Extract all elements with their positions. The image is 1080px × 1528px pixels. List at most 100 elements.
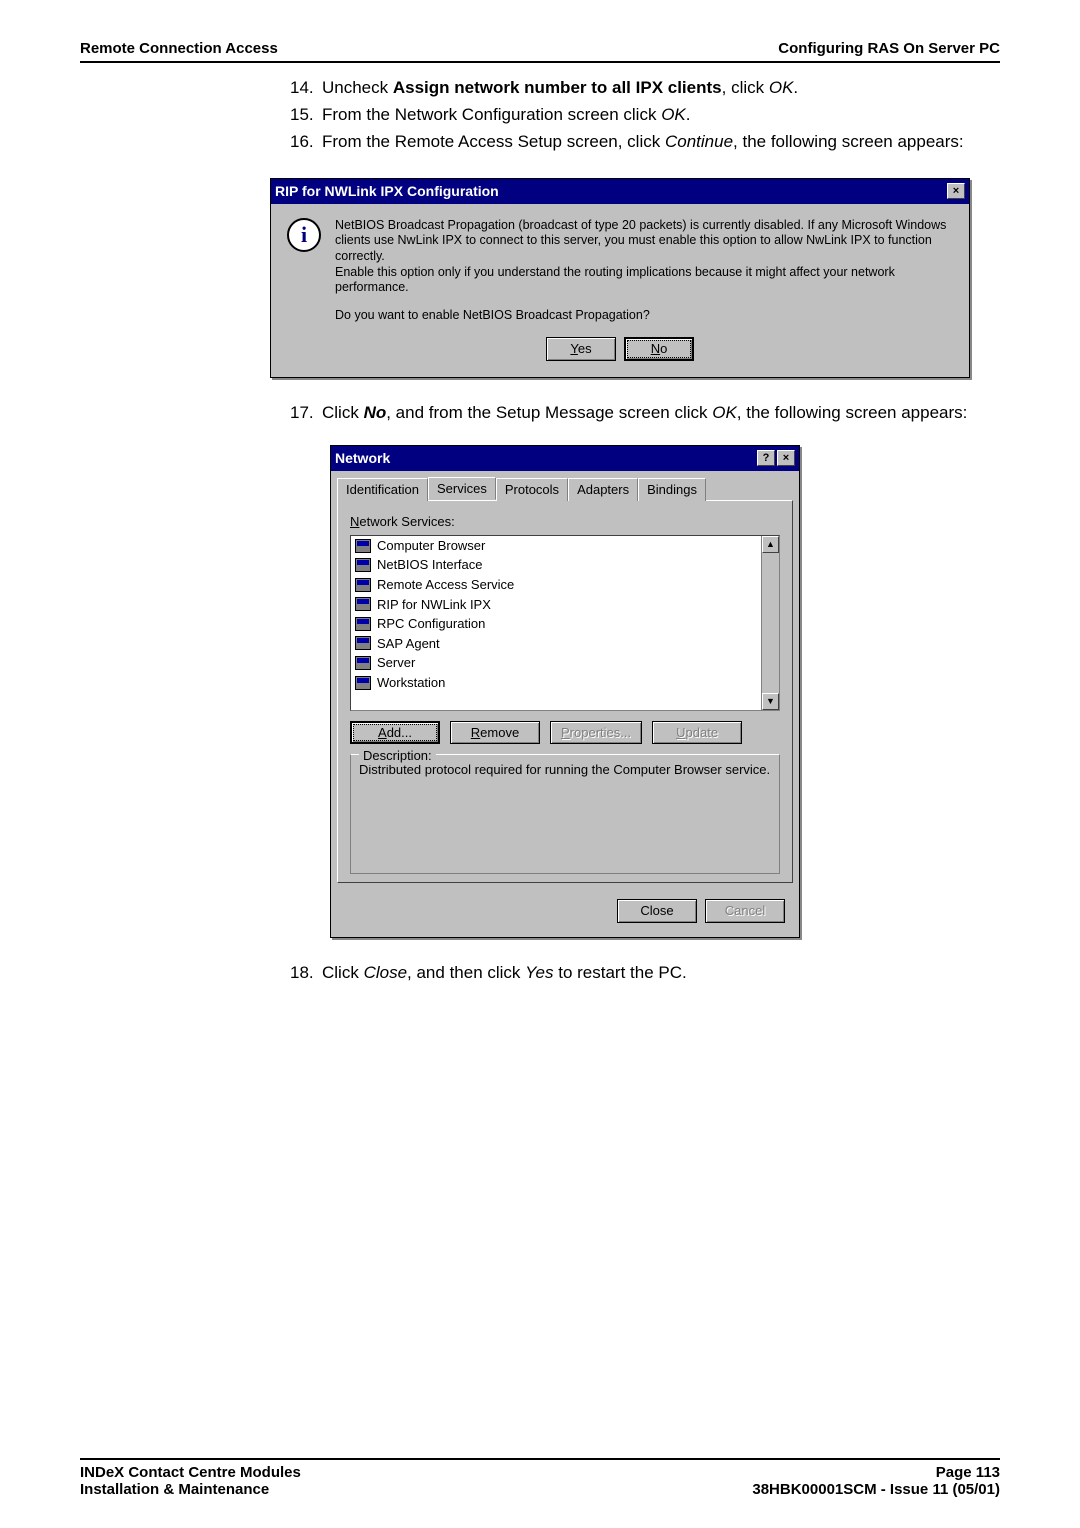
props-mnemonic: P <box>561 725 570 740</box>
step-14-num: 14. <box>290 77 322 100</box>
step-17: 17. Click No, and from the Setup Message… <box>290 402 1000 425</box>
list-item[interactable]: Remote Access Service <box>351 575 779 595</box>
yes-mnemonic: Y <box>570 341 577 356</box>
tab-adapters[interactable]: Adapters <box>568 478 638 502</box>
rip-prompt: Do you want to enable NetBIOS Broadcast … <box>335 308 953 324</box>
no-mnemonic: N <box>651 341 660 356</box>
scroll-up-icon[interactable]: ▲ <box>762 536 779 553</box>
tab-services[interactable]: Services <box>428 477 496 501</box>
service-icon <box>355 676 371 690</box>
scrollbar[interactable]: ▲ ▼ <box>761 536 779 710</box>
network-services-label: Network Services: <box>350 513 780 531</box>
network-tabs: Identification Services Protocols Adapte… <box>331 471 799 501</box>
network-titlebar: Network ? × <box>331 446 799 471</box>
step-14-text-e: . <box>793 78 798 97</box>
list-item[interactable]: Workstation <box>351 673 779 693</box>
yes-rest: es <box>578 341 592 356</box>
service-label: SAP Agent <box>377 635 440 653</box>
update-mnemonic: U <box>676 725 685 740</box>
step-16-text-a: From the Remote Access Setup screen, cli… <box>322 132 665 151</box>
tab-bindings[interactable]: Bindings <box>638 478 706 502</box>
description-legend: Description: <box>359 747 436 765</box>
rip-body-text: NetBIOS Broadcast Propagation (broadcast… <box>335 218 953 324</box>
list-item[interactable]: Computer Browser <box>351 536 779 556</box>
description-groupbox: Description: Distributed protocol requir… <box>350 754 780 874</box>
rip-title: RIP for NWLink IPX Configuration <box>275 182 499 201</box>
list-item[interactable]: SAP Agent <box>351 634 779 654</box>
rip-body-para: NetBIOS Broadcast Propagation (broadcast… <box>335 218 953 296</box>
step-16-continue: Continue <box>665 132 733 151</box>
step-15-text-a: From the Network Configuration screen cl… <box>322 105 661 124</box>
step-14-text-a: Uncheck <box>322 78 393 97</box>
tab-identification[interactable]: Identification <box>337 478 428 502</box>
yes-button[interactable]: Yes <box>546 337 616 361</box>
step-18: 18. Click Close, and then click Yes to r… <box>290 962 1000 985</box>
step-17-text-a: Click <box>322 403 364 422</box>
close-icon[interactable]: × <box>777 450 795 466</box>
scroll-down-icon[interactable]: ▼ <box>762 693 779 710</box>
step-16: 16. From the Remote Access Setup screen,… <box>290 131 1000 154</box>
list-item[interactable]: NetBIOS Interface <box>351 555 779 575</box>
header-left: Remote Connection Access <box>80 40 278 57</box>
ns-label-mnemonic: N <box>350 514 359 529</box>
step-17-text-c: , and from the Setup Message screen clic… <box>386 403 712 422</box>
no-button[interactable]: No <box>624 337 694 361</box>
service-icon <box>355 656 371 670</box>
ns-label-rest: etwork Services: <box>359 514 454 529</box>
cancel-button: Cancel <box>705 899 785 923</box>
service-icon <box>355 558 371 572</box>
list-item[interactable]: RPC Configuration <box>351 614 779 634</box>
network-title: Network <box>335 449 390 468</box>
list-item[interactable]: Server <box>351 653 779 673</box>
no-rest: o <box>660 341 667 356</box>
service-label: Server <box>377 654 415 672</box>
rip-dialog-screenshot: RIP for NWLink IPX Configuration × i Net… <box>270 178 970 378</box>
step-18-text-e: to restart the PC. <box>554 963 687 982</box>
step-14: 14. Uncheck Assign network number to all… <box>290 77 1000 100</box>
remove-button[interactable]: Remove <box>450 721 540 745</box>
footer-left-2: Installation & Maintenance <box>80 1481 301 1498</box>
service-icon <box>355 636 371 650</box>
service-icon <box>355 578 371 592</box>
step-14-ok: OK <box>769 78 794 97</box>
help-icon[interactable]: ? <box>757 450 775 466</box>
remove-rest: emove <box>480 725 519 740</box>
add-mnemonic: A <box>378 725 387 740</box>
step-18-yes: Yes <box>525 963 553 982</box>
step-16-text-c: , the following screen appears: <box>733 132 964 151</box>
service-icon <box>355 617 371 631</box>
service-label: RIP for NWLink IPX <box>377 596 491 614</box>
content-area: 14. Uncheck Assign network number to all… <box>80 77 1000 1458</box>
step-17-text-e: , the following screen appears: <box>737 403 968 422</box>
step-15-num: 15. <box>290 104 322 127</box>
step-17-ok: OK <box>712 403 737 422</box>
step-15-ok: OK <box>661 105 686 124</box>
props-rest: roperties... <box>570 725 631 740</box>
remove-mnemonic: R <box>471 725 480 740</box>
header-right: Configuring RAS On Server PC <box>778 40 1000 57</box>
service-label: RPC Configuration <box>377 615 485 633</box>
footer-left-1: INDeX Contact Centre Modules <box>80 1464 301 1481</box>
network-dialog-screenshot: Network ? × Identification Services Prot… <box>330 445 800 938</box>
list-item[interactable]: RIP for NWLink IPX <box>351 595 779 615</box>
close-button[interactable]: Close <box>617 899 697 923</box>
service-label: Remote Access Service <box>377 576 514 594</box>
page-footer: INDeX Contact Centre Modules Installatio… <box>80 1458 1000 1498</box>
tab-protocols[interactable]: Protocols <box>496 478 568 502</box>
close-icon[interactable]: × <box>947 183 965 199</box>
service-icon <box>355 539 371 553</box>
network-services-listbox[interactable]: Computer Browser NetBIOS Interface Remot… <box>350 535 780 711</box>
step-14-bold: Assign network number to all IPX clients <box>393 78 722 97</box>
footer-right-2: 38HBK00001SCM - Issue 11 (05/01) <box>752 1481 1000 1498</box>
properties-button: Properties... <box>550 721 642 745</box>
step-17-num: 17. <box>290 402 322 425</box>
add-button[interactable]: Add... <box>350 721 440 745</box>
add-rest: dd... <box>387 725 412 740</box>
step-17-no: No <box>364 403 387 422</box>
step-15-text-c: . <box>686 105 691 124</box>
service-label: Computer Browser <box>377 537 485 555</box>
tab-panel-services: Network Services: Computer Browser NetBI… <box>337 500 793 883</box>
update-rest: pdate <box>686 725 719 740</box>
page-header: Remote Connection Access Configuring RAS… <box>80 40 1000 63</box>
service-label: Workstation <box>377 674 445 692</box>
